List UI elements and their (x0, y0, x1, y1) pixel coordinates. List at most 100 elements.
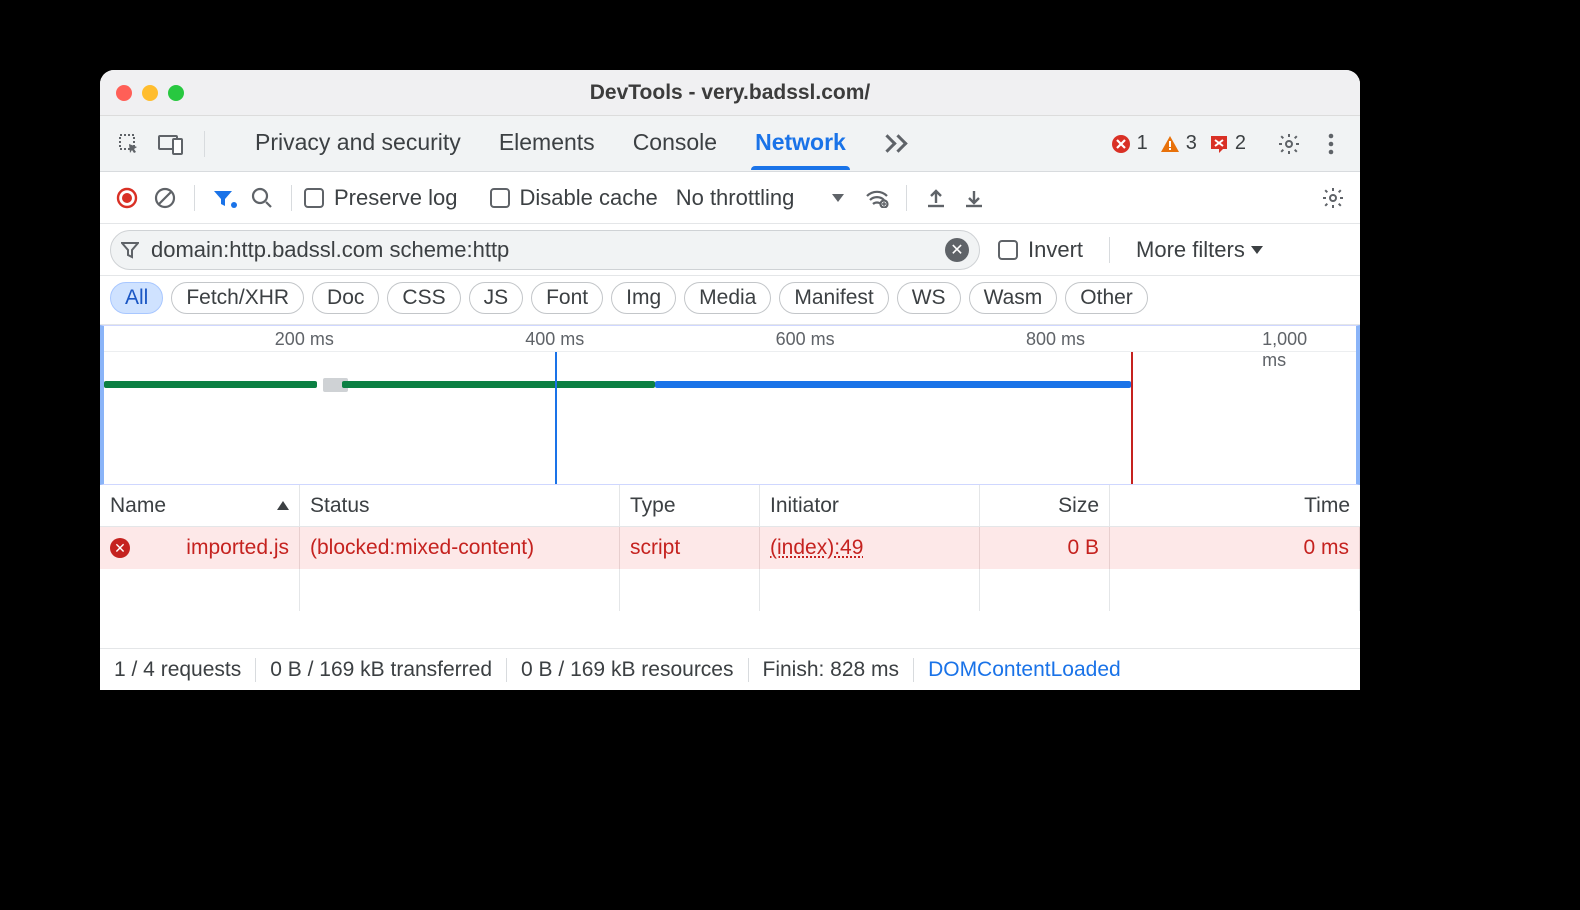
error-count: 1 (1137, 132, 1148, 155)
status-requests: 1 / 4 requests (114, 658, 256, 682)
chip-other[interactable]: Other (1065, 282, 1148, 314)
status-finish: Finish: 828 ms (749, 658, 915, 682)
chevron-down-icon (832, 194, 844, 202)
tab-privacy-security[interactable]: Privacy and security (251, 119, 465, 168)
chip-fetch-xhr[interactable]: Fetch/XHR (171, 282, 304, 314)
load-marker (1131, 352, 1133, 484)
chevron-down-icon (1251, 246, 1263, 254)
blocked-icon: ✕ (110, 538, 130, 558)
preserve-log-label: Preserve log (334, 185, 458, 211)
separator (291, 185, 292, 211)
more-tabs-icon[interactable] (876, 127, 910, 161)
table-body: ✕ imported.js (blocked:mixed-content) sc… (100, 527, 1360, 648)
chip-ws[interactable]: WS (897, 282, 961, 314)
tab-console[interactable]: Console (629, 119, 721, 168)
record-button[interactable] (110, 181, 144, 215)
device-toolbar-icon[interactable] (154, 127, 188, 161)
tab-elements[interactable]: Elements (495, 119, 599, 168)
throttling-select[interactable]: No throttling (676, 185, 845, 211)
chip-media[interactable]: Media (684, 282, 771, 314)
clear-filter-icon[interactable]: ✕ (945, 238, 969, 262)
separator (204, 131, 205, 157)
overview-track (104, 381, 1356, 389)
sort-asc-icon (277, 501, 289, 510)
inspect-element-icon[interactable] (112, 127, 146, 161)
warning-icon (1160, 134, 1180, 154)
checkbox-icon (304, 188, 324, 208)
column-size[interactable]: Size (980, 485, 1110, 526)
tick-label: 200 ms (275, 329, 334, 350)
column-type[interactable]: Type (620, 485, 760, 526)
filter-row: ✕ Invert More filters (100, 224, 1360, 276)
column-time[interactable]: Time (1110, 485, 1360, 526)
separator (1109, 237, 1110, 263)
invert-checkbox[interactable]: Invert (998, 237, 1083, 263)
filter-input-box[interactable]: ✕ (110, 230, 980, 270)
status-transferred: 0 B / 169 kB transferred (256, 658, 507, 682)
chip-manifest[interactable]: Manifest (779, 282, 888, 314)
type-filter-chips: All Fetch/XHR Doc CSS JS Font Img Media … (100, 276, 1360, 325)
tab-network[interactable]: Network (751, 119, 850, 168)
chip-all[interactable]: All (110, 282, 163, 314)
checkbox-icon (490, 188, 510, 208)
panel-tabs: Privacy and security Elements Console Ne… (251, 119, 850, 168)
overview-pane[interactable]: 200 ms 400 ms 600 ms 800 ms 1,000 ms (100, 325, 1360, 485)
invert-label: Invert (1028, 237, 1083, 263)
chip-doc[interactable]: Doc (312, 282, 379, 314)
titlebar: DevTools - very.badssl.com/ (100, 70, 1360, 116)
network-toolbar: Preserve log Disable cache No throttling (100, 172, 1360, 224)
column-initiator[interactable]: Initiator (760, 485, 980, 526)
disable-cache-label: Disable cache (520, 185, 658, 211)
network-conditions-icon[interactable] (860, 181, 894, 215)
status-domcontentloaded: DOMContentLoaded (914, 658, 1121, 682)
devtools-window: DevTools - very.badssl.com/ Privacy and … (100, 70, 1360, 690)
overview-ruler: 200 ms 400 ms 600 ms 800 ms 1,000 ms (104, 326, 1356, 352)
window-title: DevTools - very.badssl.com/ (100, 81, 1360, 105)
throttling-value: No throttling (676, 185, 795, 211)
counters[interactable]: 1 3 2 (1111, 132, 1246, 155)
tick-label: 800 ms (1026, 329, 1085, 350)
filter-icon[interactable] (207, 181, 241, 215)
tick-label: 400 ms (525, 329, 584, 350)
request-status: (blocked:mixed-content) (300, 527, 620, 569)
domcontentloaded-marker (555, 352, 557, 484)
chip-font[interactable]: Font (531, 282, 603, 314)
chip-img[interactable]: Img (611, 282, 676, 314)
settings-icon[interactable] (1272, 127, 1306, 161)
search-icon[interactable] (245, 181, 279, 215)
issue-count: 2 (1235, 132, 1246, 155)
request-name: imported.js (186, 536, 289, 560)
tick-label: 600 ms (776, 329, 835, 350)
chip-css[interactable]: CSS (387, 282, 460, 314)
chip-wasm[interactable]: Wasm (969, 282, 1058, 314)
checkbox-icon (998, 240, 1018, 260)
more-filters-button[interactable]: More filters (1136, 237, 1263, 263)
panel-tabbar: Privacy and security Elements Console Ne… (100, 116, 1360, 172)
warning-count: 3 (1186, 132, 1197, 155)
disable-cache-checkbox[interactable]: Disable cache (490, 185, 658, 211)
upload-har-icon[interactable] (919, 181, 953, 215)
table-header: Name Status Type Initiator Size Time (100, 485, 1360, 527)
request-initiator[interactable]: (index):49 (770, 536, 863, 560)
filter-input[interactable] (151, 237, 933, 263)
network-settings-icon[interactable] (1316, 181, 1350, 215)
request-time: 0 ms (1110, 527, 1360, 569)
column-name[interactable]: Name (100, 485, 300, 526)
kebab-menu-icon[interactable] (1314, 127, 1348, 161)
column-status[interactable]: Status (300, 485, 620, 526)
request-type: script (620, 527, 760, 569)
separator (906, 185, 907, 211)
preserve-log-checkbox[interactable]: Preserve log (304, 185, 458, 211)
request-size: 0 B (980, 527, 1110, 569)
table-row[interactable]: ✕ imported.js (blocked:mixed-content) sc… (100, 527, 1360, 569)
tick-label: 1,000 ms (1262, 329, 1325, 371)
table-row-empty (100, 569, 1360, 611)
error-icon (1111, 134, 1131, 154)
separator (194, 185, 195, 211)
status-bar: 1 / 4 requests 0 B / 169 kB transferred … (100, 648, 1360, 690)
status-resources: 0 B / 169 kB resources (507, 658, 748, 682)
clear-button[interactable] (148, 181, 182, 215)
download-har-icon[interactable] (957, 181, 991, 215)
funnel-icon (121, 241, 139, 259)
chip-js[interactable]: JS (469, 282, 524, 314)
